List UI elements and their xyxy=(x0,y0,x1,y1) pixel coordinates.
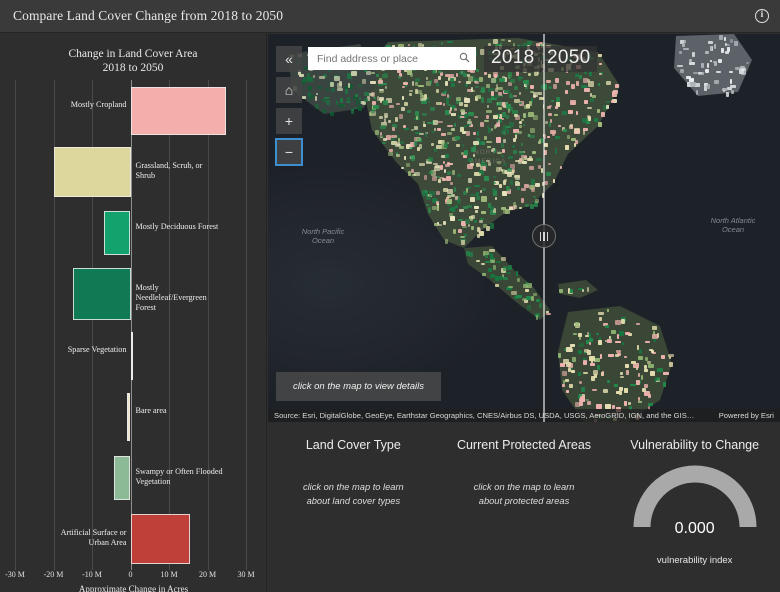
search-icon[interactable] xyxy=(452,52,476,66)
map-click-hint: click on the map to view details xyxy=(276,372,441,401)
chart-panel: Change in Land Cover Area 2018 to 2050 M… xyxy=(0,33,267,592)
chart-title-line2: 2018 to 2050 xyxy=(0,61,266,75)
land-cover-hint: click on the map to learnabout land cove… xyxy=(268,480,439,508)
info-icon[interactable]: i xyxy=(755,9,769,23)
bar-8[interactable] xyxy=(131,514,190,564)
x-axis-title: Approximate Change in Acres xyxy=(0,584,267,592)
map-pane-2018[interactable] xyxy=(268,34,544,422)
gridline xyxy=(169,80,170,570)
app-root: Compare Land Cover Change from 2018 to 2… xyxy=(0,0,780,592)
x-tick-label: 10 M xyxy=(160,570,177,579)
map-canvas-2018 xyxy=(268,34,544,422)
gridline xyxy=(208,80,209,570)
panel-vulnerability: Vulnerability to Change 0.000 vulnerabil… xyxy=(609,422,780,592)
panel-land-cover-type: Land Cover Type click on the map to lear… xyxy=(268,422,439,592)
year-label-2050: 2050 xyxy=(540,46,597,72)
bar-label-8: Artificial Surface orUrban Area xyxy=(7,528,127,548)
chart-x-axis: Approximate Change in Acres -30 M -20 M -1… xyxy=(0,570,267,592)
search-input[interactable] xyxy=(308,53,452,65)
x-tick-label: 20 M xyxy=(199,570,216,579)
x-tick-label: 0 xyxy=(129,570,133,579)
land-cover-title: Land Cover Type xyxy=(268,438,439,452)
protected-areas-hint: click on the map to learnabout protected… xyxy=(439,480,610,508)
bar-label-4: MostlyNeedleleaf/EvergreenForest xyxy=(136,283,266,313)
collapse-panel-button[interactable]: « xyxy=(276,46,302,72)
bar-label-7: Swampy or Often FloodedVegetation xyxy=(136,467,266,487)
page-title: Compare Land Cover Change from 2018 to 2… xyxy=(13,8,283,24)
home-icon[interactable]: ⌂ xyxy=(276,77,302,103)
bar-label-1: Mostly Cropland xyxy=(7,100,127,110)
bar-3[interactable] xyxy=(104,211,131,255)
vulnerability-value: 0.000 xyxy=(675,520,715,538)
map-pane-2050[interactable] xyxy=(544,34,780,422)
x-tick-label: -10 M xyxy=(82,570,102,579)
x-tick-label: -30 M xyxy=(5,570,25,579)
year-label-2018: 2018 xyxy=(484,46,541,72)
attribution-powered: Powered by Esri xyxy=(719,409,774,422)
chart-title: Change in Land Cover Area 2018 to 2050 xyxy=(0,47,266,75)
map-canvas-2050 xyxy=(544,34,780,422)
gridline xyxy=(15,80,16,570)
gridline xyxy=(131,80,132,570)
gridline xyxy=(246,80,247,570)
bar-6[interactable] xyxy=(127,393,130,441)
vulnerability-index-label: vulnerability index xyxy=(609,555,780,566)
bar-1[interactable] xyxy=(131,87,226,135)
bar-label-3: Mostly Deciduous Forest xyxy=(136,222,266,232)
attribution-source: Source: Esri, DigitalGlobe, GeoEye, Eart… xyxy=(274,409,694,422)
app-header: Compare Land Cover Change from 2018 to 2… xyxy=(0,0,780,33)
map-attribution: Source: Esri, DigitalGlobe, GeoEye, Eart… xyxy=(268,409,780,422)
bar-7[interactable] xyxy=(114,456,130,500)
bar-label-6: Bare area xyxy=(136,406,266,416)
map-search[interactable] xyxy=(308,47,476,70)
bar-chart-plot: Mostly Cropland Grassland, Scrub, orShrub… xyxy=(0,80,267,570)
panel-protected-areas: Current Protected Areas click on the map… xyxy=(439,422,610,592)
bar-label-5: Sparse Vegetation xyxy=(7,345,127,355)
bar-2[interactable] xyxy=(54,147,131,197)
detail-panels: Land Cover Type click on the map to lear… xyxy=(268,422,780,592)
zoom-in-button[interactable]: + xyxy=(276,108,302,134)
swipe-handle[interactable] xyxy=(532,224,556,248)
comparison-map[interactable]: « ⌂ + − 2018 2050 click on the map to vi… xyxy=(268,34,780,422)
bar-4[interactable] xyxy=(73,268,131,320)
bar-5[interactable] xyxy=(131,332,134,380)
protected-areas-title: Current Protected Areas xyxy=(439,438,610,452)
vulnerability-title: Vulnerability to Change xyxy=(609,438,780,452)
x-tick-label: 30 M xyxy=(237,570,254,579)
x-tick-label: -20 M xyxy=(44,570,64,579)
map-controls: « ⌂ + − xyxy=(276,46,302,170)
zoom-out-button[interactable]: − xyxy=(276,139,302,165)
bar-label-2: Grassland, Scrub, orShrub xyxy=(136,161,266,181)
chart-title-line1: Change in Land Cover Area xyxy=(0,47,266,61)
